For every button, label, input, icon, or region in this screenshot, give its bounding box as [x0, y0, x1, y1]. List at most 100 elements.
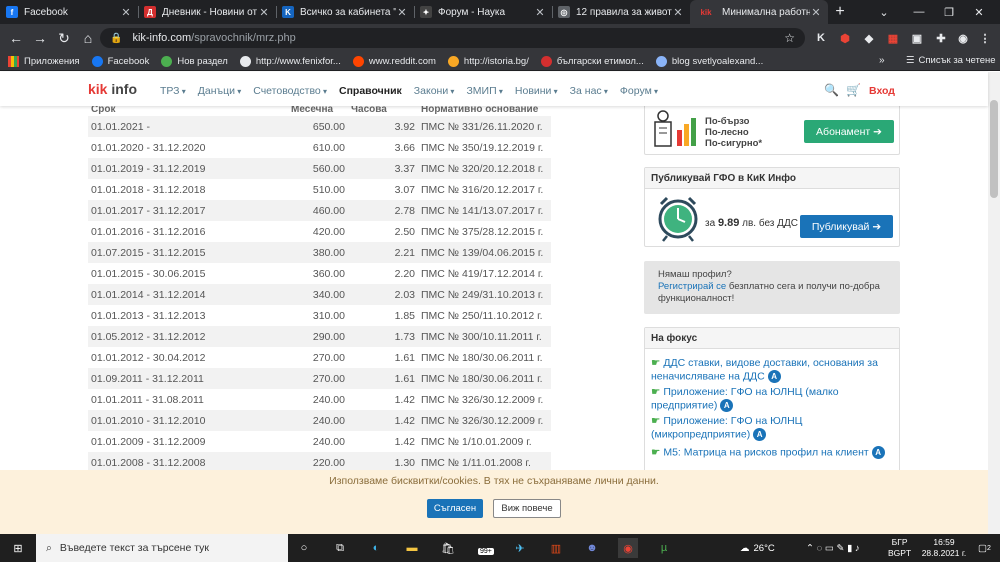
- edge-icon[interactable]: ◐: [366, 538, 386, 558]
- extension-k-icon[interactable]: K: [812, 28, 830, 48]
- focus-item[interactable]: ☛ Приложение: ГФО на ЮЛНЦ (микропредприя…: [651, 415, 891, 441]
- url-bar[interactable]: 🔒 kik-info.com/spravochnik/mrz.php ☆: [100, 28, 805, 48]
- browser-tab[interactable]: ✦ Форум - Наука ✕: [414, 0, 552, 24]
- bookmark-item[interactable]: http://www.fenixfor...: [239, 55, 341, 67]
- task-view-icon[interactable]: ⧉: [330, 538, 350, 558]
- table-row: 01.01.2015 - 30.06.2015 360.00 2.20 ПМС № 4…: [88, 263, 551, 284]
- office-icon[interactable]: ▥: [546, 538, 566, 558]
- alarm-clock-icon: [658, 196, 698, 242]
- weather[interactable]: ☁ 26°C: [740, 534, 775, 562]
- extensions-puzzle-icon[interactable]: ✚: [932, 28, 950, 48]
- register-link[interactable]: Регистрирай се: [658, 281, 726, 292]
- bookmark-item[interactable]: Приложения: [8, 55, 80, 67]
- subscribe-button[interactable]: Абонамент ➔: [804, 120, 894, 143]
- language-indicator[interactable]: БГР BGPT: [888, 534, 911, 562]
- back-icon[interactable]: ←: [4, 30, 28, 46]
- menu-item[interactable]: Данъци ▾: [198, 85, 241, 97]
- notifications-icon[interactable]: ▢ 2: [978, 534, 991, 562]
- bookmark-label: blog svetlyoalexand...: [671, 55, 764, 67]
- chrome-icon[interactable]: ◉: [618, 538, 638, 558]
- search-icon[interactable]: 🔍: [824, 83, 839, 97]
- browser-tab[interactable]: kik Минимална работна ✕: [690, 0, 828, 24]
- maximize-icon[interactable]: ❐: [935, 0, 963, 24]
- menu-item[interactable]: Закони ▾: [414, 85, 455, 97]
- extension-adblock-icon[interactable]: ⬢: [836, 28, 854, 48]
- focus-item[interactable]: ☛ ДДС ставки, видове доставки, основания…: [651, 357, 891, 383]
- publish-button[interactable]: Публикувай ➔: [800, 215, 893, 238]
- browser-tab[interactable]: K Всичко за кабинета "П ✕: [276, 0, 414, 24]
- menu-item[interactable]: ЗМИП ▾: [466, 85, 502, 97]
- close-tab-icon[interactable]: ✕: [120, 6, 132, 19]
- pen-app-icon[interactable]: ✈: [510, 538, 530, 558]
- menu-item[interactable]: ТРЗ ▾: [160, 85, 186, 97]
- close-window-icon[interactable]: ✕: [965, 0, 993, 24]
- url-path: /spravochnik/mrz.php: [191, 32, 296, 44]
- close-tab-icon[interactable]: ✕: [810, 6, 822, 19]
- profile-icon[interactable]: ◉: [954, 28, 972, 48]
- page-scrollbar[interactable]: [988, 72, 1000, 534]
- scrollbar-thumb[interactable]: [990, 100, 998, 198]
- reload-icon[interactable]: ↻: [52, 30, 76, 47]
- menu-item[interactable]: За нас ▾: [570, 85, 608, 97]
- browser-tab[interactable]: ◎ 12 правила за живота ✕: [552, 0, 690, 24]
- bookmark-item[interactable]: www.reddit.com: [352, 55, 436, 67]
- cart-icon[interactable]: 🛒: [846, 83, 861, 97]
- forward-icon[interactable]: →: [28, 30, 52, 46]
- home-icon[interactable]: ⌂: [76, 30, 100, 46]
- min-wage-table: Срок Месечна Часова Нормативно основание…: [88, 102, 551, 473]
- menu-item[interactable]: Справочник: [339, 85, 402, 97]
- menu-item[interactable]: Новини ▾: [515, 85, 558, 97]
- utorrent-icon[interactable]: µ: [654, 538, 674, 558]
- extension-grid-icon[interactable]: ▦: [884, 28, 902, 48]
- browser-tab[interactable]: f Facebook ✕: [0, 0, 138, 24]
- focus-item[interactable]: ☛ Приложение: ГФО на ЮЛНЦ (малко предпри…: [651, 386, 891, 412]
- promo-illustration-icon: [654, 110, 696, 147]
- bookmark-star-icon[interactable]: ☆: [784, 31, 795, 45]
- focus-item[interactable]: ☛ М5: Матрица на рисков профил на клиент…: [651, 446, 891, 459]
- cortana-icon[interactable]: ○: [294, 538, 314, 558]
- cookie-accept-button[interactable]: Съгласен: [427, 499, 483, 518]
- close-tab-icon[interactable]: ✕: [396, 6, 408, 19]
- tab-search-icon[interactable]: ⌄: [870, 0, 898, 24]
- badge-a-icon: A: [767, 370, 781, 383]
- site-logo[interactable]: kik info: [88, 81, 137, 97]
- bookmark-favicon-icon: [8, 55, 19, 67]
- tray-icons[interactable]: ⌃ ◌ ▭ ✎ ▮ ♪: [806, 534, 860, 562]
- taskbar-search[interactable]: ⌕ Въведете текст за търсене тук: [36, 534, 288, 562]
- tab-title: Форум - Наука: [438, 6, 506, 18]
- bookmark-item[interactable]: Нов раздел: [161, 55, 228, 67]
- reading-list[interactable]: ☰ Списък за четене: [906, 55, 996, 66]
- table-cell: 270.00: [312, 351, 345, 364]
- menu-item[interactable]: Счетоводство ▾: [253, 85, 327, 97]
- extension-shield-icon[interactable]: ◆: [860, 28, 878, 48]
- cookie-more-button[interactable]: Виж повече: [493, 499, 561, 518]
- bookmarks-overflow-icon[interactable]: »: [879, 55, 885, 66]
- bookmark-item[interactable]: http://istoria.bg/: [447, 55, 529, 67]
- store-icon[interactable]: 🛍: [438, 538, 458, 558]
- hand-pointer-icon: ☛: [651, 415, 664, 427]
- new-tab-button[interactable]: +: [828, 0, 852, 24]
- table-cell: ПМС № 375/28.12.2015 г.: [421, 225, 544, 238]
- table-cell: ПМС № 139/04.06.2015 г.: [418, 242, 551, 263]
- table-cell: ПМС № 326/30.12.2009 г.: [418, 410, 551, 431]
- browser-tab[interactable]: Д Дневник - Новини от ✕: [138, 0, 276, 24]
- minimize-icon[interactable]: —: [905, 0, 933, 24]
- file-explorer-icon[interactable]: ▬: [402, 538, 422, 558]
- menu-item[interactable]: Форум ▾: [620, 85, 658, 97]
- extension-layout-icon[interactable]: ▣: [908, 28, 926, 48]
- bookmark-item[interactable]: blog svetlyoalexand...: [655, 55, 764, 67]
- login-link[interactable]: Вход: [869, 85, 895, 97]
- windows-start-icon[interactable]: ⊞: [8, 538, 28, 558]
- bookmark-item[interactable]: Facebook: [91, 55, 149, 67]
- bookmark-item[interactable]: български етимол...: [540, 55, 644, 67]
- table-row: 01.01.2020 - 31.12.2020 610.00 3.66 ПМС № 3…: [88, 137, 551, 158]
- table-cell: ПМС № 350/19.12.2019 г.: [421, 141, 544, 154]
- close-tab-icon[interactable]: ✕: [672, 6, 684, 19]
- table-cell: 3.66: [394, 141, 415, 154]
- discord-icon[interactable]: ☻: [582, 538, 602, 558]
- menu-kebab-icon[interactable]: ⋮: [976, 28, 994, 48]
- clock[interactable]: 16:59 28.8.2021 г.: [916, 534, 972, 562]
- close-tab-icon[interactable]: ✕: [258, 6, 270, 19]
- publish-price: за 9.89 лв. без ДДС: [705, 217, 798, 229]
- close-tab-icon[interactable]: ✕: [534, 6, 546, 19]
